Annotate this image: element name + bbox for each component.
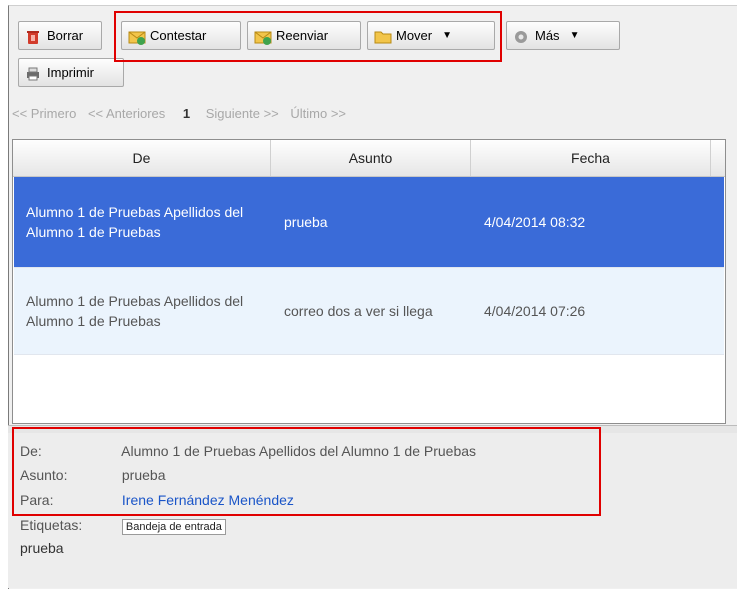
printer-icon (25, 66, 41, 80)
imprimir-button[interactable]: Imprimir (18, 58, 124, 87)
borrar-button[interactable]: Borrar (18, 21, 102, 50)
highlight-box-preview (12, 427, 601, 516)
column-asunto[interactable]: Asunto (271, 140, 471, 176)
borrar-label: Borrar (47, 28, 84, 43)
table-row[interactable]: Alumno 1 de Pruebas Apellidos del Alumno… (14, 268, 724, 355)
pager-current: 1 (182, 106, 191, 121)
column-fecha[interactable]: Fecha (471, 140, 711, 176)
preview-etiquetas-label: Etiquetas: (20, 517, 83, 533)
mas-button[interactable]: Más ▼ (506, 21, 620, 50)
gear-icon (513, 29, 529, 43)
chevron-down-icon: ▼ (569, 30, 580, 41)
row-fecha: 4/04/2014 07:26 (484, 303, 586, 319)
row-de: Alumno 1 de Pruebas Apellidos del Alumno… (26, 293, 244, 329)
row-de: Alumno 1 de Pruebas Apellidos del Alumno… (26, 204, 244, 240)
column-de[interactable]: De (13, 140, 271, 176)
imprimir-label: Imprimir (47, 65, 94, 80)
message-list: De Asunto Fecha Alumno 1 de Pruebas Apel… (12, 139, 726, 424)
table-row[interactable]: Alumno 1 de Pruebas Apellidos del Alumno… (14, 177, 724, 268)
row-asunto: correo dos a ver si llega (284, 303, 433, 319)
pager-last[interactable]: Último >> (290, 106, 346, 121)
pager-next[interactable]: Siguiente >> (206, 106, 279, 121)
pager-first[interactable]: << Primero (12, 106, 76, 121)
message-list-header: De Asunto Fecha (13, 140, 725, 177)
row-asunto: prueba (284, 214, 328, 230)
highlight-box-actions (114, 11, 502, 62)
message-body: prueba (20, 540, 64, 556)
label-tag[interactable]: Bandeja de entrada (121, 519, 226, 535)
mas-label: Más (535, 28, 560, 43)
trash-icon (25, 29, 41, 44)
row-fecha: 4/04/2014 08:32 (484, 214, 586, 230)
pager: << Primero << Anteriores 1 Siguiente >> … (12, 106, 354, 121)
pager-prev[interactable]: << Anteriores (88, 106, 165, 121)
preview-etiquetas-row: Etiquetas: Bandeja de entrada (20, 517, 226, 535)
